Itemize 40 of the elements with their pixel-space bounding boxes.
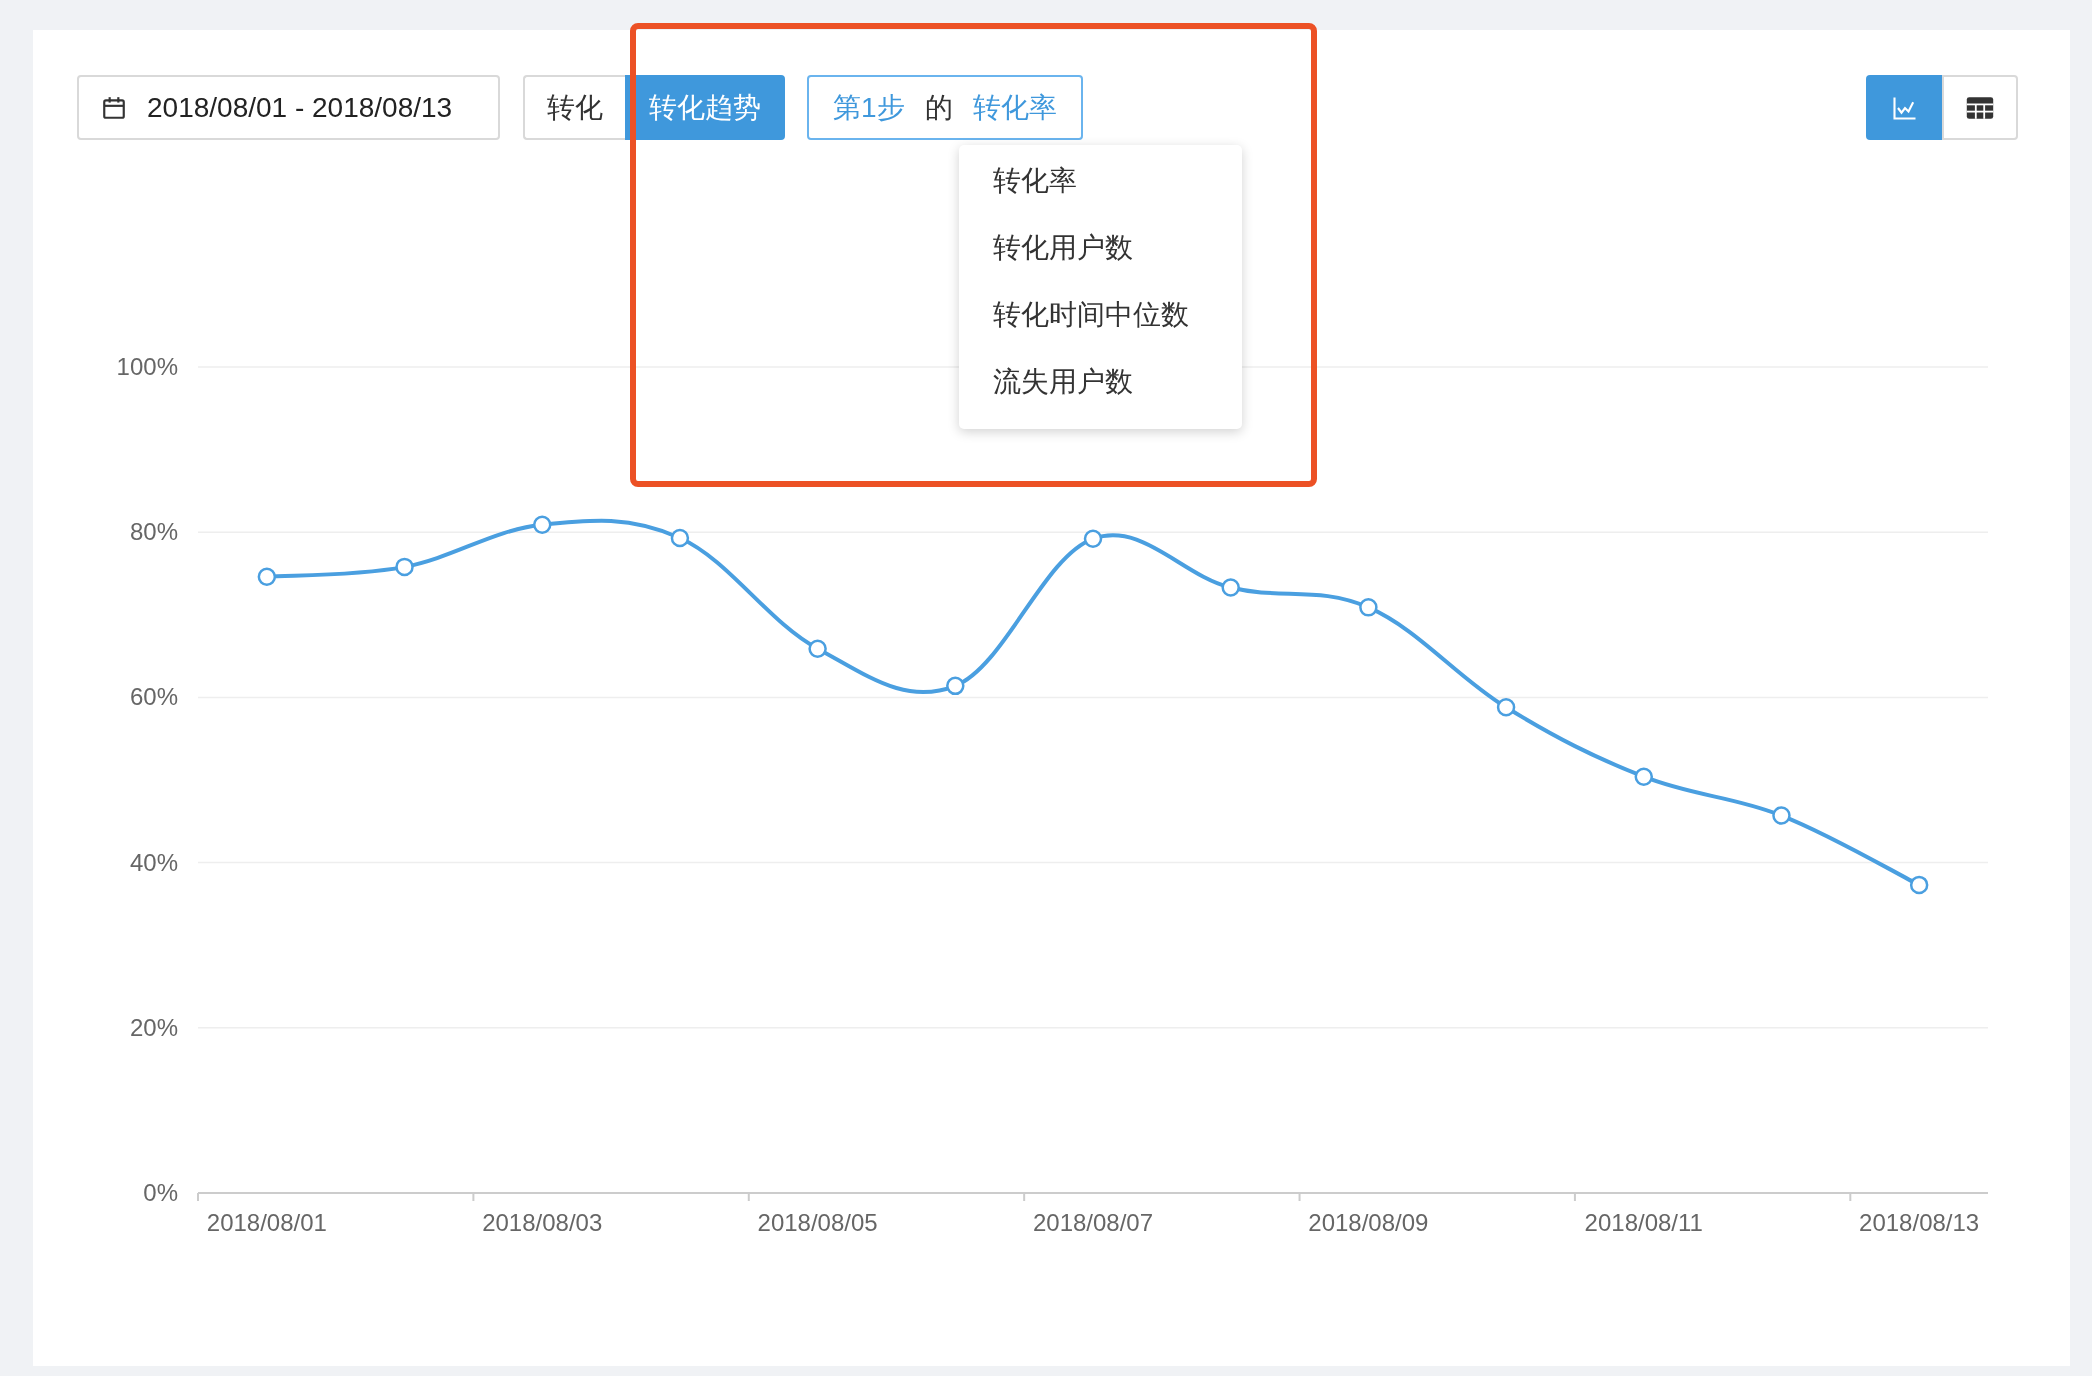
table-view-button[interactable] xyxy=(1942,75,2018,140)
x-axis-label: 2018/08/03 xyxy=(482,1209,603,1236)
metric-selector[interactable]: 第1步 的 转化率 xyxy=(807,75,1083,140)
calendar-icon xyxy=(101,94,127,121)
view-mode-tab[interactable]: 转化 xyxy=(523,75,625,140)
data-point xyxy=(257,567,277,587)
x-axis-label: 2018/08/11 xyxy=(1584,1209,1703,1236)
x-axis-label: 2018/08/13 xyxy=(1859,1209,1980,1236)
data-point xyxy=(1083,529,1103,549)
data-point xyxy=(670,528,690,548)
metric-label: 转化率 xyxy=(972,90,1057,125)
y-axis-label: 100% xyxy=(116,353,178,380)
y-axis-label: 60% xyxy=(129,683,178,711)
data-point xyxy=(533,515,552,534)
data-point xyxy=(946,676,965,696)
y-axis-label: 40% xyxy=(129,848,178,876)
menu-item[interactable]: 转化时间中位数 xyxy=(959,287,1242,354)
menu-item[interactable]: 转化用户数 xyxy=(959,220,1242,287)
step-label: 第1步 xyxy=(833,90,905,125)
data-point xyxy=(1359,598,1378,617)
x-axis-label: 2018/08/05 xyxy=(757,1209,878,1236)
y-axis-label: 20% xyxy=(129,1013,178,1041)
data-point xyxy=(395,557,414,577)
date-range-text: 2018/08/01 - 2018/08/13 xyxy=(147,91,453,124)
menu-item[interactable]: 转化率 xyxy=(959,153,1242,220)
x-axis-label: 2018/08/07 xyxy=(1032,1209,1154,1236)
data-point xyxy=(1909,875,1929,895)
data-point xyxy=(1772,806,1791,825)
date-range-picker[interactable]: 2018/08/01 - 2018/08/13 xyxy=(77,75,500,140)
y-axis-label: 0% xyxy=(143,1179,178,1206)
data-point xyxy=(1496,698,1516,717)
data-point xyxy=(1221,578,1240,597)
menu-item[interactable]: 流失用户数 xyxy=(959,354,1242,421)
data-point xyxy=(1634,767,1653,786)
x-axis-label: 2018/08/01 xyxy=(206,1209,327,1236)
y-axis-label: 80% xyxy=(129,518,178,546)
data-point xyxy=(808,639,827,658)
x-axis-label: 2018/08/09 xyxy=(1308,1209,1429,1236)
connector-label: 的 xyxy=(924,90,953,125)
table-icon xyxy=(1965,95,1995,120)
